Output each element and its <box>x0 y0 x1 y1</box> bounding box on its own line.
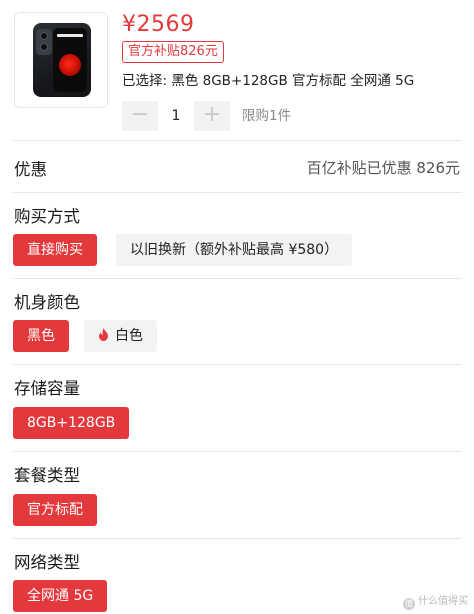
option-direct-buy[interactable]: 直接购买 <box>13 234 97 266</box>
phone-product-icon <box>33 23 91 97</box>
storage-title: 存储容量 <box>14 379 80 398</box>
package-title: 套餐类型 <box>14 466 80 485</box>
divider <box>13 140 461 141</box>
decrease-quantity-button[interactable]: − <box>122 101 158 131</box>
network-title: 网络类型 <box>14 553 80 572</box>
zhi-logo-icon: 值 <box>403 598 415 610</box>
flame-icon <box>99 328 108 341</box>
divider <box>13 278 461 279</box>
price: ¥2569 <box>122 12 195 37</box>
purchase-limit: 限购1件 <box>242 108 292 124</box>
divider <box>13 192 461 193</box>
watermark-text: 什么值得买 <box>418 596 468 607</box>
purchase-method-title: 购买方式 <box>14 207 80 226</box>
subsidy-badge: 官方补贴826元 <box>122 41 224 63</box>
option-color-black[interactable]: 黑色 <box>13 320 69 352</box>
watermark: 值什么值得买 <box>403 592 468 610</box>
color-title: 机身颜色 <box>14 293 80 312</box>
discount-value: 百亿补贴已优惠 826元 <box>306 159 460 177</box>
camera-module <box>36 29 52 55</box>
option-storage-8-128[interactable]: 8GB+128GB <box>13 407 130 439</box>
quantity-value[interactable]: 1 <box>158 101 194 131</box>
product-thumbnail[interactable] <box>14 12 108 108</box>
selected-spec: 已选择: 黑色 8GB+128GB 官方标配 全网通 5G <box>122 73 415 89</box>
divider <box>13 538 461 539</box>
phone-screen <box>53 28 87 92</box>
option-color-white-label: 白色 <box>115 328 143 344</box>
divider <box>13 451 461 452</box>
option-trade-in[interactable]: 以旧换新（额外补贴最高 ¥580） <box>116 234 353 266</box>
option-network-5g[interactable]: 全网通 5G <box>13 580 108 612</box>
discount-title: 优惠 <box>14 160 47 179</box>
divider <box>13 364 461 365</box>
discount-row[interactable]: 优惠 百亿补贴已优惠 826元 <box>0 148 474 188</box>
product-summary: ¥2569 官方补贴826元 已选择: 黑色 8GB+128GB 官方标配 全网… <box>0 0 474 138</box>
increase-quantity-button[interactable]: + <box>194 101 230 131</box>
option-color-white[interactable]: 白色 <box>84 320 157 352</box>
option-package-standard[interactable]: 官方标配 <box>13 494 97 526</box>
